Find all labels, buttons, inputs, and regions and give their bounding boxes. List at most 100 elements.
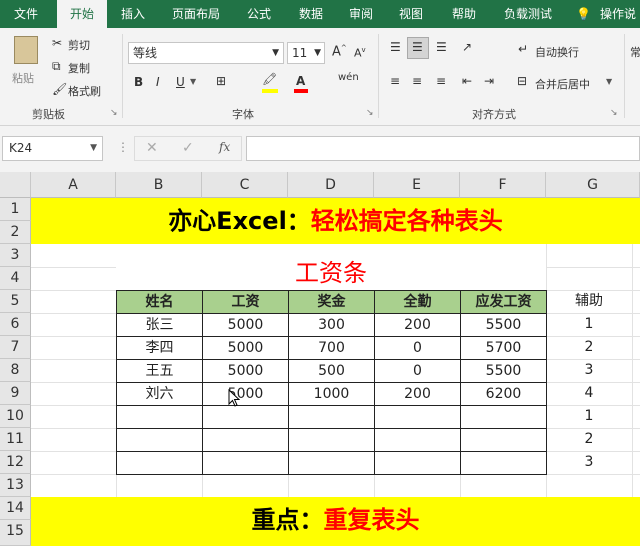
column-header-a[interactable]: A [31, 172, 116, 198]
table-cell[interactable]: 1000 [288, 382, 375, 406]
table-cell[interactable]: 5500 [460, 359, 547, 383]
tab-tell-me[interactable]: 操作说 [600, 0, 640, 28]
tab-review[interactable]: 审阅 [341, 0, 381, 28]
table-cell[interactable]: 300 [288, 313, 375, 337]
name-box[interactable]: K24 ▼ [2, 136, 103, 161]
tab-help[interactable]: 帮助 [444, 0, 484, 28]
table-cell[interactable] [116, 451, 203, 475]
table-cell[interactable]: 5500 [460, 313, 547, 337]
column-header-g[interactable]: G [546, 172, 640, 198]
styles-partial[interactable]: 常 [630, 44, 640, 60]
table-cell[interactable] [288, 428, 375, 452]
italic-icon[interactable]: I [156, 75, 160, 89]
font-name-select[interactable]: 等线 ▼ [128, 42, 284, 64]
table-cell[interactable]: 5000 [202, 359, 289, 383]
table-cell[interactable] [116, 428, 203, 452]
table-cell[interactable]: 500 [288, 359, 375, 383]
format-painter-button[interactable]: 格式刷 [68, 83, 101, 99]
table-cell[interactable]: 200 [374, 382, 461, 406]
table-title[interactable]: 工资条 [116, 244, 546, 290]
align-left-icon[interactable]: ≡ [390, 74, 400, 88]
aux-cell[interactable]: 2 [546, 428, 632, 451]
insert-function-icon[interactable]: fx [219, 140, 230, 154]
row-header-3[interactable]: 3 [0, 244, 31, 267]
aux-cell[interactable]: 2 [546, 336, 632, 359]
wrap-text-button[interactable]: 自动换行 [535, 44, 579, 60]
table-cell[interactable] [460, 451, 547, 475]
wrap-text-icon[interactable]: ↵ [518, 42, 528, 56]
enter-icon[interactable]: ✓ [182, 140, 194, 156]
formula-input[interactable] [246, 136, 640, 161]
paste-icon[interactable] [14, 36, 38, 64]
header-bonus[interactable]: 奖金 [288, 290, 375, 314]
row-header-10[interactable]: 10 [0, 405, 31, 428]
table-cell[interactable]: 5000 [202, 336, 289, 360]
align-top-icon[interactable]: ☰ [390, 40, 401, 54]
align-right-icon[interactable]: ≡ [436, 74, 446, 88]
tab-data[interactable]: 数据 [290, 0, 332, 28]
table-cell[interactable]: 700 [288, 336, 375, 360]
aux-cell[interactable]: 1 [546, 313, 632, 336]
chevron-down-icon[interactable]: ▼ [190, 77, 196, 86]
row-header-5[interactable]: 5 [0, 290, 31, 313]
table-cell[interactable]: 王五 [116, 359, 203, 383]
row-header-8[interactable]: 8 [0, 359, 31, 382]
phonetic-icon[interactable]: wén [338, 72, 359, 83]
column-header-e[interactable]: E [374, 172, 460, 198]
tab-view[interactable]: 视图 [391, 0, 431, 28]
borders-icon[interactable]: ⊞ [216, 74, 226, 88]
table-cell[interactable]: 0 [374, 359, 461, 383]
font-color-icon[interactable]: A [296, 74, 305, 88]
column-header-d[interactable]: D [288, 172, 374, 198]
row-header-12[interactable]: 12 [0, 451, 31, 474]
row-header-11[interactable]: 11 [0, 428, 31, 451]
column-header-f[interactable]: F [460, 172, 546, 198]
table-cell[interactable] [460, 428, 547, 452]
header-attendance[interactable]: 全勤 [374, 290, 461, 314]
dialog-launcher-icon[interactable]: ↘ [610, 108, 618, 118]
tab-insert[interactable]: 插入 [113, 0, 153, 28]
merge-center-icon[interactable]: ⊟ [517, 74, 527, 88]
increase-indent-icon[interactable]: ⇥ [484, 74, 494, 88]
banner-title[interactable]: 亦心Excel：轻松搞定各种表头 [31, 198, 640, 244]
table-cell[interactable]: 5700 [460, 336, 547, 360]
merge-center-button[interactable]: 合并后居中 [535, 76, 590, 92]
aux-cell[interactable]: 3 [546, 359, 632, 382]
tab-file[interactable]: 文件 [4, 0, 48, 28]
orientation-icon[interactable]: ↗ [462, 40, 472, 54]
tab-load-test[interactable]: 负载测试 [496, 0, 560, 28]
table-cell[interactable] [202, 405, 289, 429]
table-cell[interactable]: 李四 [116, 336, 203, 360]
aux-cell[interactable]: 3 [546, 451, 632, 474]
table-cell[interactable] [460, 405, 547, 429]
table-cell[interactable] [374, 451, 461, 475]
table-cell[interactable] [202, 428, 289, 452]
table-cell[interactable]: 张三 [116, 313, 203, 337]
align-center-icon[interactable]: ≡ [412, 74, 422, 88]
cut-button[interactable]: 剪切 [68, 37, 90, 53]
underline-icon[interactable]: U [176, 75, 185, 89]
aux-cell[interactable]: 4 [546, 382, 632, 405]
row-header-6[interactable]: 6 [0, 313, 31, 336]
table-cell[interactable]: 0 [374, 336, 461, 360]
align-middle-icon[interactable]: ☰ [412, 40, 423, 54]
dialog-launcher-icon[interactable]: ↘ [110, 108, 118, 118]
select-all-corner[interactable] [0, 172, 31, 198]
footer-banner[interactable]: 重点：重复表头 [31, 497, 640, 546]
table-cell[interactable] [374, 405, 461, 429]
table-cell[interactable]: 6200 [460, 382, 547, 406]
dialog-launcher-icon[interactable]: ↘ [366, 108, 374, 118]
lightbulb-icon[interactable]: 💡 [576, 0, 591, 28]
paste-button[interactable]: 粘贴 [12, 70, 34, 86]
row-header-4[interactable]: 4 [0, 267, 31, 290]
font-size-select[interactable]: 11 ▼ [287, 42, 325, 64]
table-cell[interactable]: 200 [374, 313, 461, 337]
row-header-9[interactable]: 9 [0, 382, 31, 405]
table-cell[interactable] [116, 405, 203, 429]
table-cell[interactable]: 刘六 [116, 382, 203, 406]
align-bottom-icon[interactable]: ☰ [436, 40, 447, 54]
header-salary[interactable]: 工资 [202, 290, 289, 314]
aux-cell[interactable]: 1 [546, 405, 632, 428]
fill-color-icon[interactable]: 🖍 [262, 72, 277, 86]
decrease-font-icon[interactable]: Av [354, 46, 366, 60]
